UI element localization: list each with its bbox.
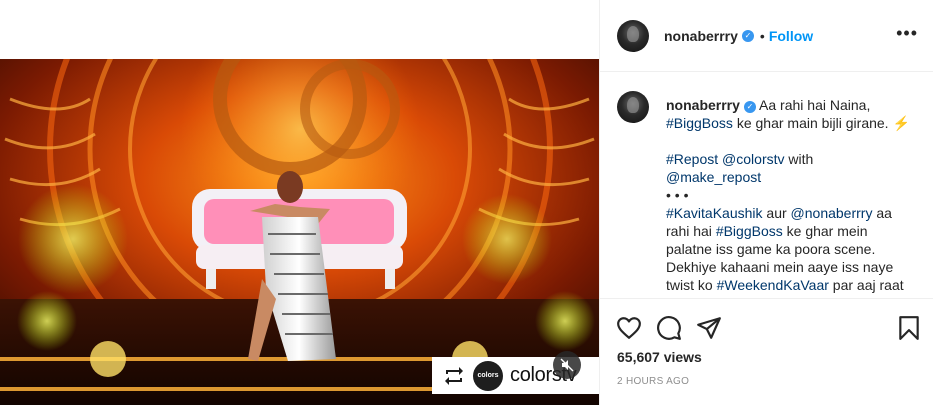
author-avatar[interactable] [617,19,649,52]
hashtag-repost[interactable]: #Repost [666,151,718,167]
caption-row: nonaberrry ✓ Aa rahi hai Naina, #BiggBoss… [617,91,918,294]
video-frame [0,59,599,405]
caption-dots: • • • [666,187,689,203]
action-icons [616,315,921,343]
post-header: nonaberrry ✓ • Follow ••• [600,0,933,72]
mute-button[interactable] [553,351,581,379]
instagram-post: colors colorstv nonaberrry ✓ • Follow ••… [0,0,933,405]
follow-button[interactable]: Follow [769,28,813,44]
mention-nonaberrry[interactable]: @nonaberrry [791,205,873,221]
colors-logo: colors [473,360,503,391]
caption-repost-line: #Repost @colorstv with @make_repost • • … [666,150,911,294]
hashtag-biggboss-2[interactable]: #BiggBoss [716,223,783,239]
bookmark-icon[interactable] [896,315,922,341]
caption-aur: aur [762,205,791,221]
video-player[interactable] [0,59,599,405]
mention-make-repost[interactable]: @make_repost [666,169,761,185]
caption-verified-badge-icon: ✓ [743,101,756,113]
header-separator: • [759,27,765,44]
post-sidebar: nonaberrry ✓ • Follow ••• nonaberrry ✓ Aa… [599,0,933,405]
caption-end: par aaj raat [828,277,904,293]
hashtag-biggboss[interactable]: #BiggBoss [666,115,733,131]
author-username[interactable]: nonaberrry [664,28,738,44]
caption-text: nonaberrry ✓ Aa rahi hai Naina, #BiggBoss… [666,96,911,294]
caption-with: with [784,151,814,167]
caption-username[interactable]: nonaberrry [666,97,740,113]
comments-section: nonaberrry ✓ Aa rahi hai Naina, #BiggBoss… [600,72,933,298]
caption-line1-rest: ke ghar main bijli girane. ⚡ [732,115,910,131]
mute-icon [560,358,574,372]
comment-icon[interactable] [656,315,682,341]
hashtag-kavitakaushik[interactable]: #KavitaKaushik [666,205,763,221]
more-options-icon[interactable]: ••• [896,24,918,42]
share-icon[interactable] [696,315,722,341]
post-actions: 65,607 views 2 HOURS AGO [600,298,933,405]
verified-badge-icon: ✓ [741,29,754,42]
heart-icon[interactable] [616,315,642,341]
hashtag-weekendkavaar[interactable]: #WeekendKaVaar [717,277,829,293]
view-count[interactable]: 65,607 views [617,349,702,365]
post-timestamp[interactable]: 2 HOURS AGO [617,376,689,387]
colors-logo-text: colors [477,372,499,379]
post-media: colors colorstv [0,0,599,405]
repost-icon [445,366,463,385]
caption-line1: Aa rahi hai Naina, [759,97,871,113]
mention-colorstv[interactable]: @colorstv [722,151,784,167]
caption-avatar[interactable] [617,91,649,123]
